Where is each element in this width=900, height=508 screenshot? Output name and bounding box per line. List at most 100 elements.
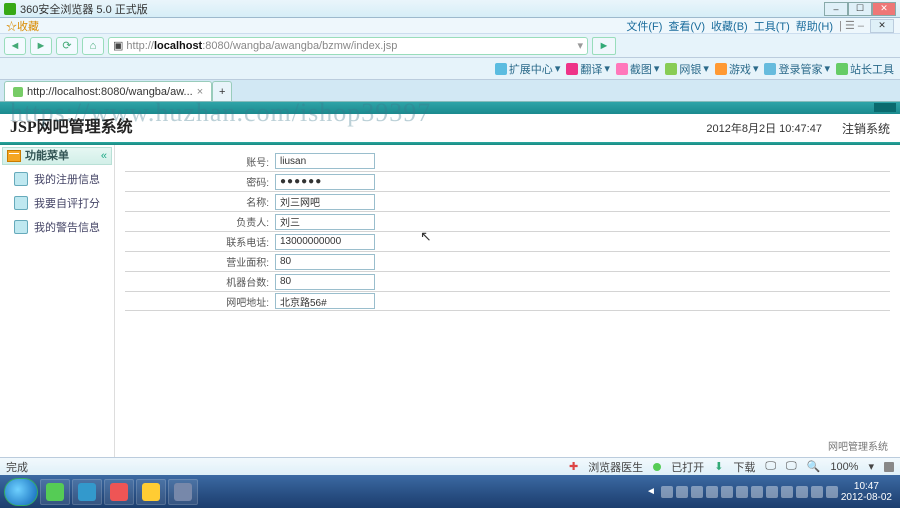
logout-link[interactable]: 注销系统 bbox=[842, 120, 890, 137]
os-taskbar: ◄ 10:47 2012-08-02 bbox=[0, 475, 900, 508]
tool-bank[interactable]: 网银 ▾ bbox=[665, 61, 709, 77]
main-panel: 账号: liusan 密码: ●●●●●● 名称: 刘三网吧 负责人: 刘三 联… bbox=[115, 145, 900, 457]
tool-screenshot[interactable]: 截图 ▾ bbox=[616, 61, 660, 77]
tab-title: http://localhost:8080/wangba/aw... bbox=[27, 86, 193, 98]
tab-close-icon[interactable]: × bbox=[197, 86, 203, 98]
tray-icon[interactable] bbox=[736, 486, 748, 498]
status-dot-icon bbox=[653, 463, 661, 471]
taskbar-app[interactable] bbox=[40, 479, 70, 505]
tray-icon[interactable] bbox=[811, 486, 823, 498]
header-datetime: 2012年8月2日 10:47:47 bbox=[706, 120, 822, 136]
taskbar-app[interactable] bbox=[136, 479, 166, 505]
address-input-field[interactable]: 北京路56# bbox=[275, 293, 375, 309]
system-tray: ◄ 10:47 2012-08-02 bbox=[646, 481, 896, 503]
banner-bar bbox=[0, 102, 900, 114]
status-zoom[interactable]: 100% bbox=[830, 461, 858, 473]
sidebar-item-label: 我要自评打分 bbox=[34, 195, 100, 211]
browser-titlebar: 360安全浏览器 5.0 正式版 – ☐ ✕ bbox=[0, 0, 900, 18]
address-input[interactable]: ▣ http:// localhost :8080/wangba/awangba… bbox=[108, 37, 588, 55]
tray-icon[interactable] bbox=[661, 486, 673, 498]
url-host: localhost bbox=[154, 40, 202, 52]
taskbar-app[interactable] bbox=[104, 479, 134, 505]
area-input[interactable]: 80 bbox=[275, 254, 375, 270]
page-footnote: 网吧管理系统 bbox=[828, 438, 888, 453]
tray-icon[interactable] bbox=[706, 486, 718, 498]
tray-icon[interactable] bbox=[796, 486, 808, 498]
form-row-address: 网吧地址: 北京路56# bbox=[125, 291, 890, 311]
page-icon bbox=[13, 87, 23, 97]
browser-statusbar: 完成 ✚浏览器医生 已打开 ⬇下载 🖵 🖵 🔍100%▾ bbox=[0, 457, 900, 475]
status-open: 已打开 bbox=[671, 459, 704, 475]
url-rest: :8080/wangba/awangba/bzmw/index.jsp bbox=[202, 40, 397, 52]
taskbar-app[interactable] bbox=[72, 479, 102, 505]
browser-menubar: ☆收藏 文件(F) 查看(V) 收藏(B) 工具(T) 帮助(H) | ☰ – … bbox=[0, 18, 900, 34]
browser-tab[interactable]: http://localhost:8080/wangba/aw... × bbox=[4, 81, 212, 101]
tab-new-button[interactable]: + bbox=[212, 81, 232, 101]
account-input[interactable]: liusan bbox=[275, 153, 375, 169]
taskbar-app[interactable] bbox=[168, 479, 198, 505]
owner-input[interactable]: 刘三 bbox=[275, 214, 375, 230]
window-min-button[interactable]: – bbox=[824, 2, 848, 16]
nav-reload-button[interactable]: ⟳ bbox=[56, 37, 78, 55]
tray-icon[interactable] bbox=[826, 486, 838, 498]
tray-icon[interactable] bbox=[751, 486, 763, 498]
start-button[interactable] bbox=[4, 478, 38, 506]
tool-translate[interactable]: 翻译 ▾ bbox=[566, 61, 610, 77]
nav-fwd-button[interactable]: ► bbox=[30, 37, 52, 55]
tray-icon[interactable] bbox=[781, 486, 793, 498]
tray-icon[interactable] bbox=[766, 486, 778, 498]
nav-go-button[interactable]: ► bbox=[592, 37, 616, 55]
sidebar-item-label: 我的注册信息 bbox=[34, 171, 100, 187]
browser-addressbar-row: ◄ ► ⟳ ⌂ ▣ http:// localhost :8080/wangba… bbox=[0, 34, 900, 58]
list-icon bbox=[14, 220, 28, 234]
tray-icon[interactable] bbox=[691, 486, 703, 498]
tray-icon[interactable] bbox=[676, 486, 688, 498]
password-input[interactable]: ●●●●●● bbox=[275, 174, 375, 190]
form-label: 账号: bbox=[125, 154, 275, 169]
browser-toolbar: 扩展中心 ▾ 翻译 ▾ 截图 ▾ 网银 ▾ 游戏 ▾ 登录管家 ▾ 站长工具 bbox=[0, 58, 900, 80]
status-download[interactable]: 下载 bbox=[733, 459, 755, 475]
form-row-password: 密码: ●●●●●● bbox=[125, 171, 890, 191]
form-label: 联系电话: bbox=[125, 234, 275, 249]
menu-favorites[interactable]: ☆收藏 bbox=[6, 18, 39, 34]
status-doctor[interactable]: 浏览器医生 bbox=[588, 459, 643, 475]
window-close-button[interactable]: ✕ bbox=[872, 2, 896, 16]
menu-file[interactable]: 文件(F) bbox=[626, 18, 662, 34]
page-viewport: https://www.huzhan.com/ishop39397 JSP网吧管… bbox=[0, 102, 900, 457]
collapse-icon[interactable]: « bbox=[101, 150, 107, 162]
list-icon bbox=[14, 172, 28, 186]
nav-back-button[interactable]: ◄ bbox=[4, 37, 26, 55]
nav-home-button[interactable]: ⌂ bbox=[82, 37, 104, 55]
sidebar-item-reginfo[interactable]: 我的注册信息 bbox=[0, 167, 114, 191]
form-label: 机器台数: bbox=[125, 274, 275, 289]
machines-input[interactable]: 80 bbox=[275, 274, 375, 290]
sidebar-header-title: 功能菜单 bbox=[25, 151, 69, 162]
tool-extcenter[interactable]: 扩展中心 ▾ bbox=[495, 61, 561, 77]
form-row-name: 名称: 刘三网吧 bbox=[125, 191, 890, 211]
menu-bookmarks[interactable]: 收藏(B) bbox=[711, 18, 748, 34]
form-row-owner: 负责人: 刘三 bbox=[125, 211, 890, 231]
tool-game[interactable]: 游戏 ▾ bbox=[715, 61, 759, 77]
menu-tools[interactable]: 工具(T) bbox=[754, 18, 790, 34]
menu-view[interactable]: 查看(V) bbox=[668, 18, 705, 34]
url-protocol: http:// bbox=[126, 40, 154, 52]
taskbar-clock[interactable]: 10:47 2012-08-02 bbox=[841, 481, 892, 503]
window-close2-button[interactable]: ✕ bbox=[870, 19, 894, 33]
tray-icon[interactable] bbox=[721, 486, 733, 498]
mute-icon[interactable] bbox=[884, 462, 894, 472]
tool-loginmgr[interactable]: 登录管家 ▾ bbox=[764, 61, 830, 77]
sidebar-item-warnings[interactable]: 我的警告信息 bbox=[0, 215, 114, 239]
form-label: 网吧地址: bbox=[125, 294, 275, 309]
tool-sitetools[interactable]: 站长工具 bbox=[836, 61, 894, 77]
name-input[interactable]: 刘三网吧 bbox=[275, 194, 375, 210]
form-row-area: 营业面积: 80 bbox=[125, 251, 890, 271]
sidebar-item-selfrate[interactable]: 我要自评打分 bbox=[0, 191, 114, 215]
phone-input[interactable]: 13000000000 bbox=[275, 234, 375, 250]
browser-tabstrip: http://localhost:8080/wangba/aw... × + bbox=[0, 80, 900, 102]
menu-help[interactable]: 帮助(H) bbox=[796, 18, 833, 34]
page-header: JSP网吧管理系统 2012年8月2日 10:47:47 注销系统 bbox=[0, 114, 900, 142]
window-max-button[interactable]: ☐ bbox=[848, 2, 872, 16]
page-title: JSP网吧管理系统 bbox=[10, 120, 133, 136]
form-label: 负责人: bbox=[125, 214, 275, 229]
list-icon bbox=[14, 196, 28, 210]
